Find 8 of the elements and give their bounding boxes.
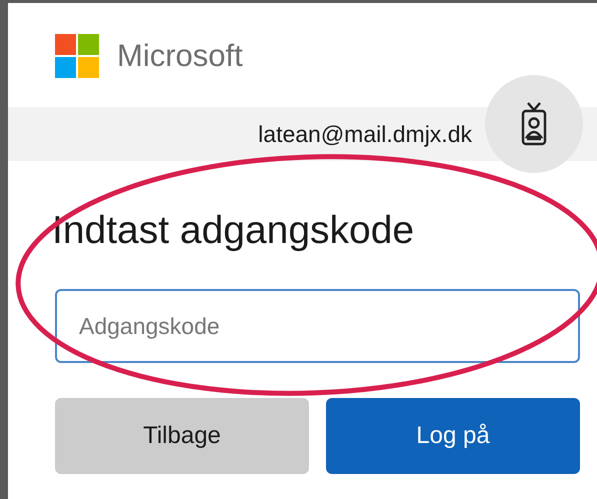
brand-name: Microsoft <box>117 38 243 74</box>
microsoft-logo-icon <box>55 34 99 78</box>
password-field[interactable]: Adgangskode <box>55 289 580 363</box>
page-heading: Indtast adgangskode <box>52 208 416 254</box>
badge-icon <box>519 101 549 147</box>
action-button[interactable]: Tilbage <box>55 398 309 474</box>
account-email: latean@mail.dmjx.dk <box>258 120 472 148</box>
action-button[interactable]: Log på <box>326 398 580 474</box>
